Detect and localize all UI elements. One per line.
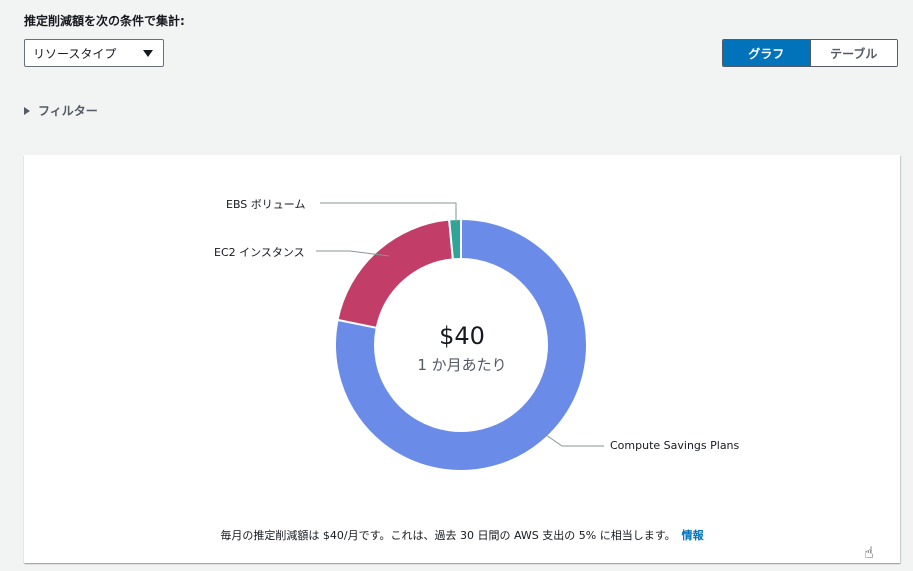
filter-label: フィルター [38,104,98,118]
chart-center-amount: $40 [439,322,485,350]
chart-center-subtitle: 1 か月あたり [417,356,507,374]
group-by-heading: 推定削減額を次の条件で集計: [24,14,185,28]
slice-label-compute-savings-plans: Compute Savings Plans [610,439,740,452]
graph-view-button[interactable]: グラフ [723,40,810,66]
caret-right-icon [24,106,30,115]
savings-chart-card: $40 1 か月あたり Compute Savings Plans EC2 イン… [24,155,900,563]
slice-label-ebs-volumes: EBS ボリューム [226,198,306,211]
group-by-select[interactable]: リソースタイプ [24,39,164,67]
info-link[interactable]: 情報 [682,529,704,542]
view-toggle: グラフ テーブル [722,39,898,67]
slice-label-ec2-instances: EC2 インスタンス [214,246,305,259]
table-view-button[interactable]: テーブル [809,40,897,66]
caret-down-icon [143,50,153,57]
leader-line-compute-savings-plans [545,434,604,447]
leader-line-ebs-volumes [320,202,457,223]
savings-summary-text: 毎月の推定削減額は $40/月です。これは、過去 30 日間の AWS 支出の … [220,529,676,542]
savings-summary: 毎月の推定削減額は $40/月です。これは、過去 30 日間の AWS 支出の … [24,527,900,543]
slice-ec2-instances[interactable] [336,218,454,330]
hand-pointer-icon: ☝ [864,543,874,562]
filter-expander[interactable]: フィルター [24,102,98,119]
group-by-select-value: リソースタイプ [33,46,117,61]
